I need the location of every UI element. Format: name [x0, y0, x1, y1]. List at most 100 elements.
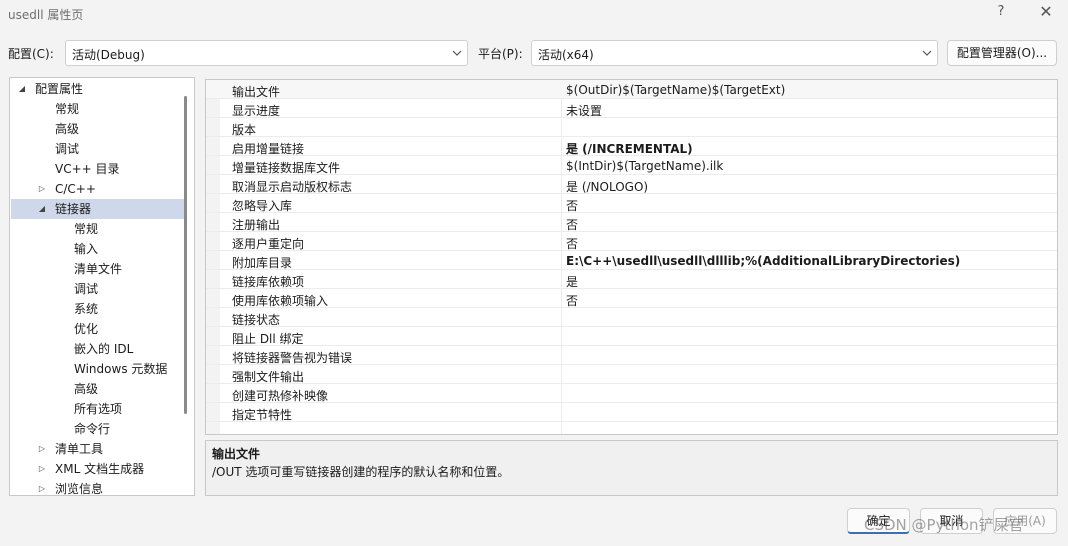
tree-item[interactable]: 输入	[11, 239, 185, 259]
tree-item[interactable]: 所有选项	[11, 399, 185, 419]
tree-item[interactable]: Windows 元数据	[11, 359, 185, 379]
expand-arrow-icon[interactable]: ▷	[37, 439, 47, 459]
tree-item[interactable]: 常规	[11, 99, 185, 119]
description-text: /OUT 选项可重写链接器创建的程序的默认名称和位置。	[212, 465, 510, 479]
tree-item[interactable]: ▷ 清单工具	[11, 439, 185, 459]
property-row[interactable]: 显示进度 未设置	[206, 99, 1057, 119]
property-row[interactable]: 链接库依赖项 是	[206, 270, 1057, 290]
tree-item-label: 系统	[74, 302, 99, 316]
property-value[interactable]: 未设置	[566, 102, 602, 119]
tree-item-label: 嵌入的 IDL	[74, 342, 134, 356]
expand-arrow-icon[interactable]: ▷	[37, 459, 47, 479]
property-name: 链接库依赖项	[232, 275, 305, 289]
close-icon[interactable]: ✕	[1038, 2, 1054, 21]
tree-item[interactable]: ◢ 链接器	[11, 199, 185, 219]
platform-select-value: 活动(x64)	[538, 48, 594, 62]
description-title: 输出文件	[212, 447, 261, 461]
config-select-value: 活动(Debug)	[72, 48, 145, 62]
property-name: 版本	[232, 123, 257, 137]
property-row[interactable]: 指定节特性	[206, 403, 1057, 422]
property-name: 取消显示启动版权标志	[232, 180, 353, 194]
tree-item[interactable]: ▷ XML 文档生成器	[11, 459, 185, 479]
property-row[interactable]: 注册输出 否	[206, 213, 1057, 233]
property-name: 链接状态	[232, 313, 281, 327]
tree-item-label: C/C++	[55, 182, 96, 196]
tree-item[interactable]: ◢ 配置属性	[11, 79, 185, 99]
tree-item-label: 调试	[74, 282, 99, 296]
property-value[interactable]: 否	[566, 235, 578, 252]
tree-item-label: 常规	[74, 222, 99, 236]
property-value[interactable]: $(OutDir)$(TargetName)$(TargetExt)	[566, 83, 785, 97]
property-row[interactable]: 强制文件输出	[206, 365, 1057, 384]
tree-item[interactable]: 高级	[11, 119, 185, 139]
platform-select[interactable]: 活动(x64)	[531, 40, 938, 66]
property-name: 指定节特性	[232, 408, 293, 422]
tree-item[interactable]: ▷ 浏览信息	[11, 479, 185, 495]
tree-item[interactable]: 清单文件	[11, 259, 185, 279]
property-row[interactable]: 增量链接数据库文件 $(IntDir)$(TargetName).ilk	[206, 156, 1057, 175]
property-row[interactable]: 链接状态	[206, 308, 1057, 327]
tree-item[interactable]: 系统	[11, 299, 185, 319]
property-row[interactable]: 启用增量链接 是 (/INCREMENTAL)	[206, 137, 1057, 157]
property-tree: ◢ 配置属性 常规 高级 调试 VC++ 目录 ▷ C/C++ ◢ 链接器 常规 输入 清单文件 调试 系统…	[9, 77, 195, 496]
property-row[interactable]: 取消显示启动版权标志 是 (/NOLOGO)	[206, 175, 1057, 195]
property-row[interactable]: 使用库依赖项输入 否	[206, 289, 1057, 309]
property-name: 输出文件	[232, 85, 281, 99]
tree-item[interactable]: 命令行	[11, 419, 185, 439]
tree-item[interactable]: 嵌入的 IDL	[11, 339, 185, 359]
property-name: 启用增量链接	[232, 142, 305, 156]
tree-item-label: XML 文档生成器	[55, 462, 145, 476]
property-value[interactable]: 是 (/NOLOGO)	[566, 178, 648, 195]
property-value[interactable]: 否	[566, 292, 578, 309]
tree-item-label: 高级	[74, 382, 99, 396]
property-row[interactable]: 创建可热修补映像	[206, 384, 1057, 403]
property-row[interactable]: 将链接器警告视为错误	[206, 346, 1057, 365]
expand-arrow-icon[interactable]: ▷	[37, 479, 47, 495]
config-select[interactable]: 活动(Debug)	[65, 40, 468, 66]
property-value[interactable]: $(IntDir)$(TargetName).ilk	[566, 159, 723, 173]
property-row[interactable]: 附加库目录 E:\C++\usedll\usedll\dlllib;%(Addit…	[206, 251, 1057, 270]
property-name: 注册输出	[232, 218, 281, 232]
property-value[interactable]: 否	[566, 216, 578, 233]
property-name: 逐用户重定向	[232, 237, 305, 251]
collapse-arrow-icon[interactable]: ◢	[37, 199, 47, 219]
property-row[interactable]: 阻止 Dll 绑定	[206, 327, 1057, 346]
tree-item-label: Windows 元数据	[74, 362, 168, 376]
title-bar: usedll 属性页 ? ✕	[0, 0, 1068, 28]
collapse-arrow-icon[interactable]: ◢	[17, 79, 27, 99]
tree-item-label: 链接器	[55, 202, 92, 216]
tree-item-label: 常规	[55, 102, 80, 116]
tree-item-label: 命令行	[74, 422, 111, 436]
tree-item[interactable]: 调试	[11, 279, 185, 299]
window-title: usedll 属性页	[8, 8, 84, 22]
property-row[interactable]: 忽略导入库 否	[206, 194, 1057, 214]
chevron-down-icon	[452, 50, 462, 56]
chevron-down-icon	[922, 50, 932, 56]
expand-arrow-icon[interactable]: ▷	[37, 179, 47, 199]
tree-item-label: 输入	[74, 242, 99, 256]
property-name: 忽略导入库	[232, 199, 293, 213]
tree-item[interactable]: 高级	[11, 379, 185, 399]
property-value[interactable]: 是 (/INCREMENTAL)	[566, 140, 693, 157]
property-value[interactable]: 否	[566, 197, 578, 214]
property-name: 强制文件输出	[232, 370, 305, 384]
property-value[interactable]: E:\C++\usedll\usedll\dlllib;%(Additional…	[566, 254, 960, 268]
property-name: 显示进度	[232, 104, 281, 118]
tree-item-label: 调试	[55, 142, 80, 156]
property-name: 附加库目录	[232, 256, 293, 270]
tree-scrollbar[interactable]	[184, 96, 187, 414]
configuration-manager-button[interactable]: 配置管理器(O)...	[947, 40, 1057, 66]
help-icon[interactable]: ?	[994, 4, 1008, 19]
property-name: 阻止 Dll 绑定	[232, 332, 304, 346]
property-row[interactable]: 版本	[206, 118, 1057, 137]
property-row[interactable]: 逐用户重定向 否	[206, 232, 1057, 252]
tree-item[interactable]: VC++ 目录	[11, 159, 185, 179]
property-name: 使用库依赖项输入	[232, 294, 329, 308]
tree-item[interactable]: 优化	[11, 319, 185, 339]
property-value[interactable]: 是	[566, 273, 578, 290]
tree-item[interactable]: 调试	[11, 139, 185, 159]
tree-item[interactable]: ▷ C/C++	[11, 179, 185, 199]
tree-item-label: 配置属性	[35, 82, 84, 96]
property-row[interactable]: 输出文件 $(OutDir)$(TargetName)$(TargetExt)	[206, 80, 1057, 99]
tree-item[interactable]: 常规	[11, 219, 185, 239]
